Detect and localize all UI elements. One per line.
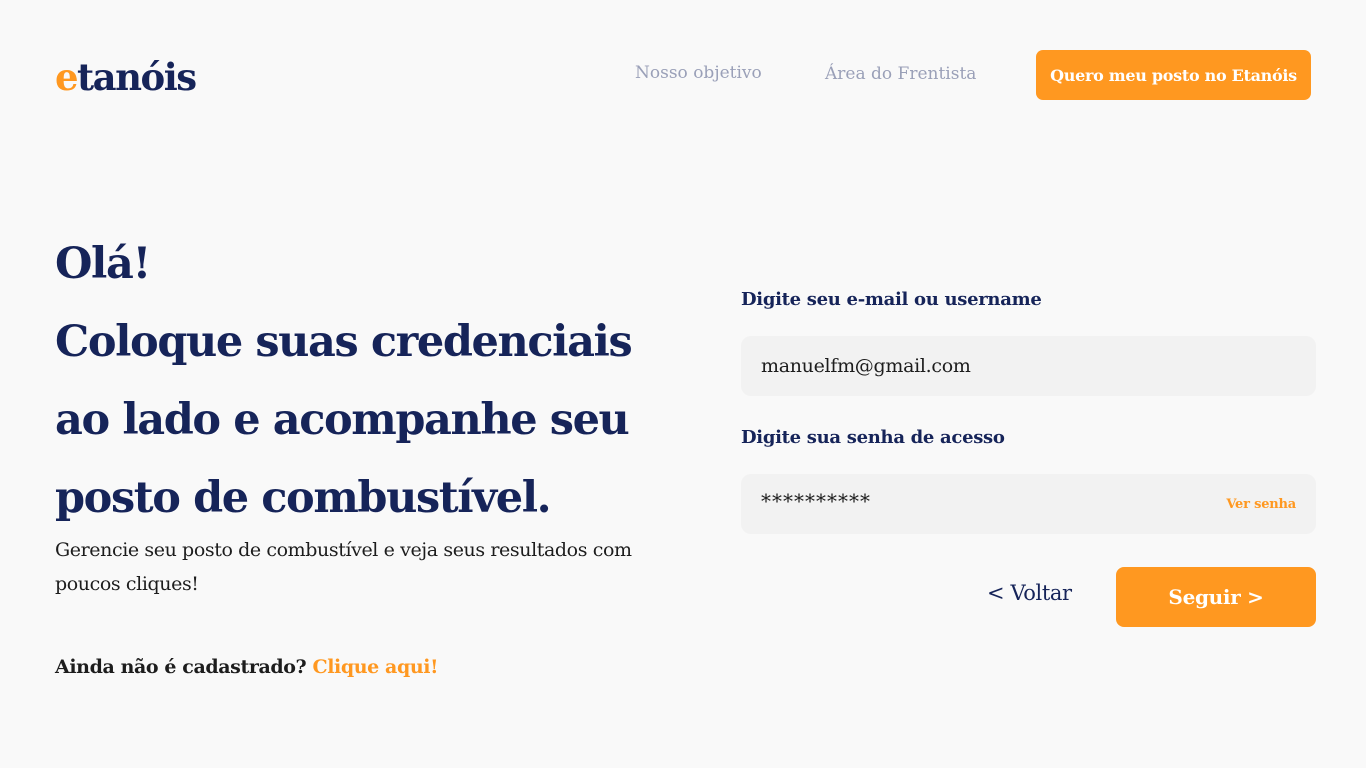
show-password-toggle[interactable]: Ver senha — [1226, 497, 1296, 512]
password-field[interactable]: ********** Ver senha — [741, 474, 1316, 534]
hero-subtitle: Gerencie seu posto de combustível e veja… — [55, 539, 632, 595]
email-field[interactable] — [741, 336, 1316, 396]
logo-accent: e — [55, 55, 79, 99]
nav-link-area-do-frentista[interactable]: Área do Frentista — [825, 64, 976, 84]
quero-meu-posto-button[interactable]: Quero meu posto no Etanóis — [1036, 50, 1311, 100]
etanois-logo[interactable]: etanóis — [55, 52, 197, 102]
back-link[interactable]: < Voltar — [987, 581, 1072, 605]
password-label: Digite sua senha de acesso — [741, 427, 1005, 448]
hero-title: Olá! Coloque suas credenciais ao lado e … — [55, 225, 695, 537]
email-label: Digite seu e-mail ou username — [741, 289, 1042, 310]
signup-link[interactable]: Clique aqui! — [312, 656, 438, 678]
signup-prompt-text: Ainda não é cadastrado? — [55, 656, 307, 678]
hero-title-line: ao lado e acompanhe seu — [55, 395, 630, 445]
email-input[interactable] — [761, 355, 1296, 377]
hero-title-line: Olá! — [55, 239, 151, 289]
hero-title-line: Coloque suas credenciais — [55, 317, 633, 367]
next-button[interactable]: Seguir > — [1116, 567, 1316, 627]
signup-prompt: Ainda não é cadastrado? Clique aqui! — [55, 656, 438, 678]
password-input[interactable]: ********** — [761, 489, 1226, 513]
nav-link-nosso-objetivo[interactable]: Nosso objetivo — [635, 63, 762, 83]
hero-title-line: posto de combustível. — [55, 473, 552, 523]
logo-wordmark: tanóis — [77, 55, 197, 99]
